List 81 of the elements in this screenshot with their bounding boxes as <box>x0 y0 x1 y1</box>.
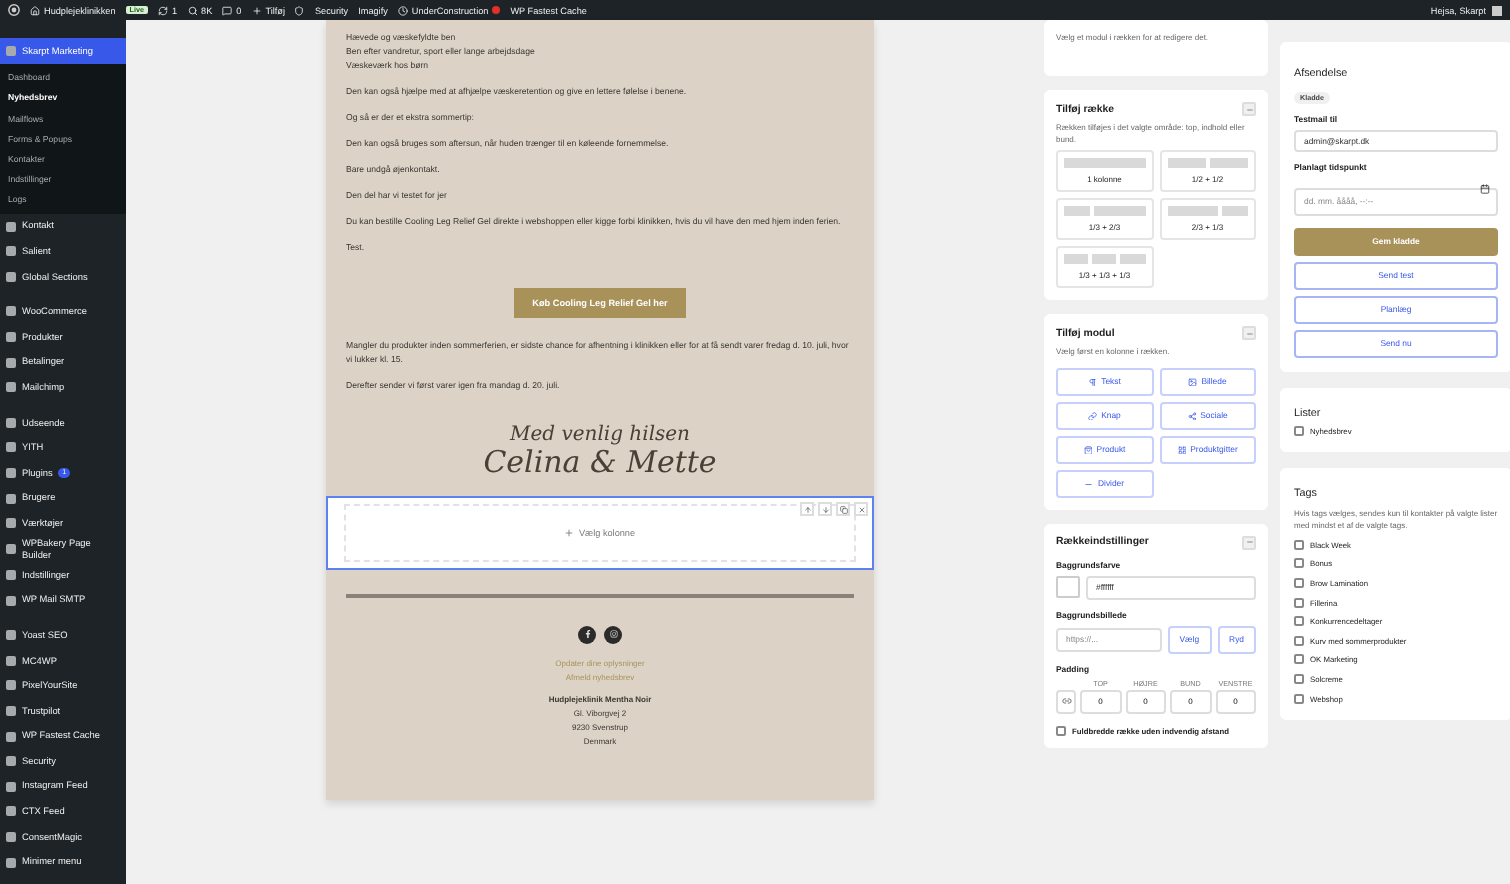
logo-icon[interactable] <box>8 4 20 16</box>
menu-icon <box>6 518 16 529</box>
menu-icon <box>6 45 16 56</box>
plus-icon <box>251 5 262 15</box>
column-layout-drawing <box>1167 158 1248 169</box>
checkbox[interactable] <box>1056 725 1066 736</box>
link-icon <box>1061 696 1071 707</box>
menu-icon <box>6 731 16 742</box>
menu-icon <box>6 781 16 792</box>
menu-icon <box>6 806 16 817</box>
arrow-up-icon <box>803 505 811 513</box>
color-swatch[interactable] <box>1056 576 1080 599</box>
signature-names: Celina & Mette <box>483 446 717 478</box>
checkbox[interactable] <box>1294 635 1304 646</box>
minus-icon <box>1245 329 1253 338</box>
copy-icon <box>839 505 847 513</box>
signature-greeting: Med venlig hilsen <box>509 424 691 446</box>
menu-icon <box>6 221 16 232</box>
pilcrow-icon <box>1088 377 1098 387</box>
duplicate-button[interactable] <box>836 502 850 516</box>
checkbox[interactable] <box>1294 693 1304 704</box>
menu-icon <box>6 271 16 282</box>
menu-icon <box>6 630 16 641</box>
plus-icon <box>564 528 575 538</box>
comment-icon <box>222 5 233 15</box>
facebook-icon <box>583 630 591 638</box>
menu-icon <box>6 544 16 555</box>
checkbox[interactable] <box>1294 558 1304 569</box>
checkbox[interactable] <box>1294 597 1304 608</box>
refresh-icon <box>157 5 168 15</box>
menu-icon <box>6 680 16 691</box>
checkbox[interactable] <box>1294 578 1304 589</box>
menu-icon <box>6 857 16 868</box>
menu-icon <box>6 570 16 581</box>
checkbox[interactable] <box>1294 674 1304 685</box>
minus-icon <box>1245 538 1253 547</box>
shield-icon[interactable] <box>294 5 305 15</box>
share-icon <box>1187 411 1197 421</box>
home-icon <box>30 5 40 15</box>
social-button[interactable] <box>604 625 622 643</box>
menu-icon <box>6 655 16 666</box>
clock-icon <box>397 5 408 15</box>
menu-icon <box>6 246 16 257</box>
move-down-button[interactable] <box>818 502 832 516</box>
menu-icon <box>6 493 16 504</box>
minus-icon <box>1245 105 1253 113</box>
menu-icon <box>6 417 16 428</box>
avatar <box>1492 5 1502 15</box>
link-icon <box>1088 411 1098 421</box>
menu-icon <box>6 442 16 453</box>
move-up-button[interactable] <box>800 502 814 516</box>
delete-button[interactable] <box>854 502 868 516</box>
menu-icon <box>6 306 16 317</box>
menu-icon <box>6 382 16 393</box>
link-toggle-button[interactable] <box>1056 689 1076 714</box>
calendar-icon[interactable] <box>1480 184 1490 194</box>
collapse-button[interactable] <box>1242 535 1256 550</box>
menu-icon <box>6 468 16 479</box>
menu-icon <box>6 705 16 716</box>
column-layout-drawing <box>1167 206 1248 217</box>
menu-icon <box>6 595 16 606</box>
grid-icon <box>1177 445 1187 455</box>
menu-icon <box>6 831 16 842</box>
column-layout-drawing <box>1064 206 1145 217</box>
column-layout-drawing <box>1064 158 1145 169</box>
social-button[interactable] <box>578 625 596 643</box>
menu-icon <box>6 332 16 343</box>
magnifier-icon <box>187 5 198 15</box>
image-icon <box>1188 377 1198 387</box>
checkbox[interactable] <box>1294 654 1304 665</box>
arrow-down-icon <box>821 505 829 513</box>
checkbox[interactable] <box>1294 425 1304 435</box>
status-dot <box>492 6 501 14</box>
menu-icon <box>6 756 16 767</box>
bag-icon <box>1083 445 1093 455</box>
column-layout-drawing <box>1064 254 1145 265</box>
menu-icon <box>6 357 16 368</box>
collapse-button[interactable] <box>1242 326 1256 341</box>
instagram-icon <box>609 630 617 638</box>
checkbox[interactable] <box>1294 539 1304 550</box>
checkbox[interactable] <box>1294 616 1304 627</box>
